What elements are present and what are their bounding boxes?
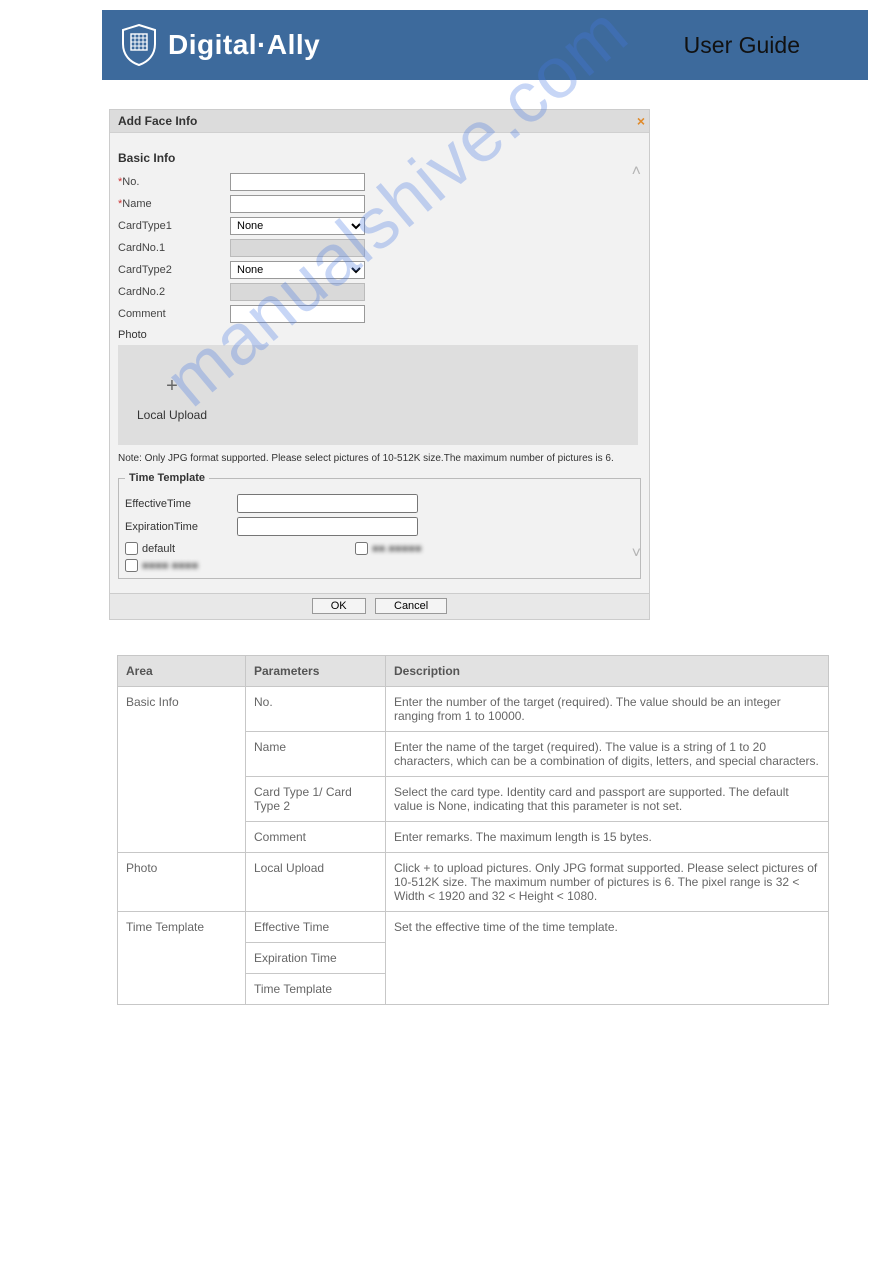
cardtype1-label: CardType1 [118,220,230,232]
brand-name: Digital·Ally [168,29,320,61]
close-icon[interactable]: × [637,113,645,129]
cardtype1-select[interactable]: None [230,217,365,235]
table-row: Photo Local Upload Click + to upload pic… [118,853,829,912]
default-checkbox[interactable] [125,542,138,555]
dialog-title-text: Add Face Info [118,114,197,128]
desc-cell: Set the effective time of the time templ… [386,912,829,1005]
cancel-button[interactable]: Cancel [375,598,447,614]
basic-info-heading: Basic Info [118,143,641,171]
comment-label: Comment [118,308,230,320]
scroll-up-icon[interactable]: ˄ [632,163,641,181]
obscured-checkbox-1-box[interactable] [355,542,368,555]
table-header-area: Area [118,656,246,687]
cardno1-input [230,239,365,257]
param-cell: Card Type 1/ Card Type 2 [246,777,386,822]
cardno2-label: CardNo.2 [118,286,230,298]
desc-cell: Enter the number of the target (required… [386,687,829,732]
time-template-legend: Time Template [125,472,209,484]
obscured-text-2: ■■■■ ■■■■ [142,560,198,572]
table-header-desc: Description [386,656,829,687]
obscured-checkbox-2-box[interactable] [125,559,138,572]
plus-icon[interactable]: + [125,369,219,408]
param-cell: Effective Time [246,912,386,943]
photo-label: Photo [118,325,641,345]
desc-cell: Enter remarks. The maximum length is 15 … [386,822,829,853]
area-cell: Time Template [118,912,246,1005]
dialog-footer: OK Cancel [110,593,649,619]
table-row: Basic Info No. Enter the number of the t… [118,687,829,732]
scroll-down-icon[interactable]: ˅ [632,545,641,563]
desc-cell: Select the card type. Identity card and … [386,777,829,822]
dialog-title-bar: Add Face Info × [110,110,649,133]
desc-cell: Enter the name of the target (required).… [386,732,829,777]
table-row: Time Template Effective Time Set the eff… [118,912,829,943]
dialog-body: ˄ ˅ Basic Info *No. *Name CardType1 None… [110,133,649,593]
cardtype2-label: CardType2 [118,264,230,276]
cardtype2-select[interactable]: None [230,261,365,279]
shield-icon [120,24,158,66]
no-label: *No. [118,176,230,188]
area-cell: Photo [118,853,246,912]
time-template-fieldset: Time Template EffectiveTime ExpirationTi… [118,472,641,579]
param-cell: Local Upload [246,853,386,912]
cardno1-label: CardNo.1 [118,242,230,254]
photo-upload-area: + Local Upload [118,345,638,445]
param-cell: Name [246,732,386,777]
effective-time-label: EffectiveTime [125,498,237,510]
name-label: *Name [118,198,230,210]
expiration-time-label: ExpirationTime [125,521,237,533]
local-upload-label: Local Upload [125,408,219,422]
table-header-row: Area Parameters Description [118,656,829,687]
expiration-time-input[interactable] [237,517,418,536]
name-input[interactable] [230,195,365,213]
local-upload-tile[interactable]: + Local Upload [119,369,219,422]
add-face-info-dialog: Add Face Info × ˄ ˅ Basic Info *No. *Nam… [109,109,650,620]
param-cell: Expiration Time [246,943,386,974]
obscured-checkbox-2[interactable]: ■■■■ ■■■■ [125,559,198,572]
brand: Digital·Ally [120,24,684,66]
param-cell: Comment [246,822,386,853]
param-cell: Time Template [246,974,386,1005]
user-guide-label: User Guide [684,32,800,59]
obscured-text-1: ■■.■■■■■ [372,543,422,555]
page-header: Digital·Ally User Guide [102,10,868,80]
cardno2-input [230,283,365,301]
param-cell: No. [246,687,386,732]
no-input[interactable] [230,173,365,191]
area-cell: Basic Info [118,687,246,853]
effective-time-input[interactable] [237,494,418,513]
default-label-text: default [142,543,175,555]
table-header-params: Parameters [246,656,386,687]
comment-input[interactable] [230,305,365,323]
default-checkbox-label[interactable]: default [125,542,175,555]
obscured-checkbox-1[interactable]: ■■.■■■■■ [355,542,422,555]
ok-button[interactable]: OK [312,598,366,614]
photo-note: Note: Only JPG format supported. Please … [118,445,641,470]
desc-cell: Click + to upload pictures. Only JPG for… [386,853,829,912]
parameters-table: Area Parameters Description Basic Info N… [117,655,829,1005]
